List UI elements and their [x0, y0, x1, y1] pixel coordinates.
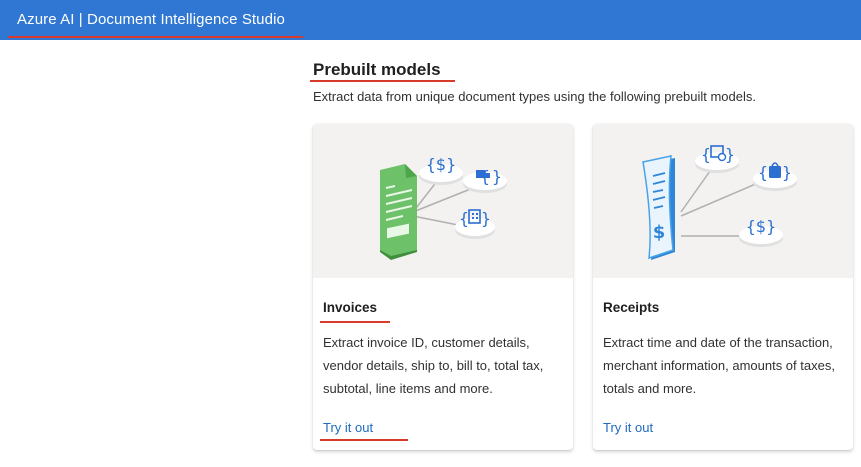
invoices-card[interactable]: {$} { } { }	[313, 124, 573, 450]
invoice-document-icon	[380, 164, 417, 260]
receipts-illustration: $ { } { } {$}	[593, 124, 853, 278]
svg-text:}: }	[725, 145, 735, 164]
section-subtitle: Extract data from unique document types …	[313, 89, 756, 104]
app-title-underline	[8, 36, 303, 38]
svg-text:}: }	[782, 163, 792, 182]
dollar-braces-icon: {$}	[419, 155, 463, 185]
svg-text:}: }	[492, 167, 502, 186]
calendar-braces-icon: { }	[695, 145, 739, 173]
invoices-title-underline	[320, 321, 390, 323]
invoices-illustration: {$} { } { }	[313, 124, 573, 278]
truck-braces-icon: { }	[463, 167, 507, 193]
svg-text:{: {	[701, 145, 711, 164]
svg-text:}: }	[481, 209, 491, 228]
svg-text:{: {	[459, 209, 469, 228]
invoices-card-description: Extract invoice ID, customer details, ve…	[323, 335, 544, 396]
receipts-card-description: Extract time and date of the transaction…	[603, 335, 835, 396]
building-braces-icon: { }	[455, 209, 495, 239]
section-title: Prebuilt models	[313, 60, 441, 79]
svg-text:$: $	[653, 222, 666, 243]
shopping-bag-braces-icon: { }	[753, 162, 797, 191]
section-title-underline	[310, 80, 455, 82]
invoices-card-title: Invoices	[323, 300, 378, 315]
svg-text:{$}: {$}	[746, 217, 777, 236]
invoices-link-underline	[320, 439, 408, 441]
receipts-try-it-out-link[interactable]: Try it out	[603, 420, 653, 435]
top-header-bar: Azure AI | Document Intelligence Studio	[0, 0, 861, 40]
receipts-card[interactable]: $ { } { } {$} Receipts Extract time and …	[593, 124, 853, 450]
svg-text:{: {	[758, 163, 768, 182]
receipt-document-icon: $	[642, 155, 675, 260]
invoices-try-it-out-link[interactable]: Try it out	[323, 420, 373, 435]
svg-text:{$}: {$}	[426, 155, 457, 174]
dollar-braces-icon: {$}	[739, 217, 783, 247]
receipts-card-title: Receipts	[603, 300, 660, 315]
app-title[interactable]: Azure AI | Document Intelligence Studio	[17, 11, 285, 28]
